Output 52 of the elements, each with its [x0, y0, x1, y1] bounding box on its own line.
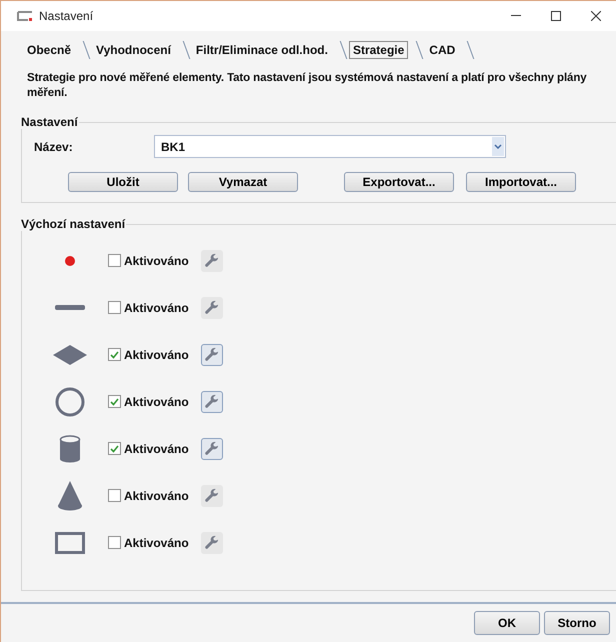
diamond-icon: [53, 344, 87, 364]
action-button[interactable]: Uložit: [68, 172, 178, 192]
checkmark-icon: [110, 350, 119, 358]
tab[interactable]: Filtr/Eliminace odl.hod.: [192, 41, 332, 59]
activated-checkbox[interactable]: Aktivováno: [108, 348, 189, 362]
group-title: Výchozí nastavení: [20, 217, 126, 231]
circle-icon: [55, 386, 85, 416]
group-title: Nastavení: [20, 115, 79, 129]
chevron-down-icon: [494, 144, 502, 149]
minimize-icon: [511, 15, 521, 17]
wrench-icon: [204, 394, 220, 409]
name-label: Název:: [33, 140, 74, 154]
app-icon: [17, 11, 33, 21]
activated-checkbox[interactable]: Aktivováno: [108, 394, 189, 408]
wrench-button[interactable]: [200, 484, 223, 506]
activated-checkbox[interactable]: Aktivováno: [108, 536, 189, 550]
wrench-icon: [204, 441, 220, 456]
action-button[interactable]: Vymazat: [188, 172, 298, 192]
tab[interactable]: Obecně: [23, 41, 76, 59]
activated-checkbox[interactable]: Aktivováno: [108, 300, 189, 314]
tab[interactable]: Strategie: [348, 41, 408, 59]
point-icon: [65, 256, 75, 266]
wrench-button[interactable]: [200, 532, 223, 554]
action-button[interactable]: Importovat...: [466, 172, 576, 192]
wrench-icon: [204, 347, 220, 362]
wrench-button[interactable]: [200, 438, 223, 460]
rectangle-icon: [55, 532, 85, 554]
tab[interactable]: Vyhodnocení: [92, 41, 175, 59]
wrench-button[interactable]: [200, 390, 223, 412]
cone-icon: [57, 480, 83, 510]
wrench-icon: [204, 488, 220, 503]
wrench-icon: [204, 535, 220, 550]
description-text: Strategie pro nové měřené elementy. Tato nastavení jsou systémová nastavení a platí pro všechny plány měření.: [26, 71, 588, 101]
tab[interactable]: CAD: [425, 41, 460, 59]
wrench-icon: [204, 300, 220, 315]
cylinder-icon: [59, 434, 81, 462]
checkmark-icon: [110, 398, 119, 406]
wrench-button[interactable]: [200, 344, 223, 366]
activated-checkbox[interactable]: Aktivováno: [108, 488, 189, 502]
name-dropdown[interactable]: BK1: [154, 135, 506, 158]
dialog-button[interactable]: Storno: [544, 611, 610, 635]
maximize-icon: [551, 11, 561, 21]
wrench-button[interactable]: [200, 250, 223, 272]
activated-checkbox[interactable]: Aktivováno: [108, 442, 189, 456]
wrench-button[interactable]: [200, 296, 223, 318]
close-icon: [591, 11, 601, 21]
window-title: Nastavení: [39, 9, 94, 23]
wrench-icon: [204, 253, 220, 268]
checkmark-icon: [110, 444, 119, 452]
action-button[interactable]: Exportovat...: [344, 172, 454, 192]
activated-checkbox[interactable]: Aktivováno: [108, 254, 189, 268]
dialog-button[interactable]: OK: [474, 611, 540, 635]
